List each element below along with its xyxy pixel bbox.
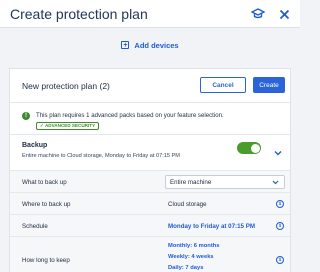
retention-weekly[interactable]: Weekly: 4 weeks <box>168 254 214 260</box>
dialog-header: Create protection plan <box>0 0 300 28</box>
alert-icon: ! <box>22 112 30 120</box>
info-icon[interactable]: i <box>276 200 284 208</box>
plus-square-icon: + <box>121 41 130 49</box>
retention-daily[interactable]: Daily: 7 days <box>168 265 203 271</box>
add-devices-label: Add devices <box>134 40 179 50</box>
where-value[interactable]: Cloud storage <box>168 201 207 208</box>
backup-module: Backup Entire machine to Cloud storage, … <box>10 135 290 171</box>
where-to-back-up-row[interactable]: Where to back up Cloud storage i <box>10 193 290 215</box>
retention-row[interactable]: How long to keep Monthly: 6 months Weekl… <box>10 237 290 272</box>
schedule-row[interactable]: Schedule Monday to Friday at 07:15 PM i <box>10 215 290 237</box>
backup-label: Backup <box>22 142 48 149</box>
retention-monthly[interactable]: Monthly: 6 months <box>168 243 220 249</box>
header-actions <box>250 6 292 22</box>
plan-header: New protection plan (2) Cancel Create <box>10 69 290 103</box>
graduation-cap-icon[interactable] <box>250 6 266 22</box>
info-icon[interactable]: i <box>276 222 284 230</box>
protection-plan-panel: New protection plan (2) Cancel Create ! … <box>9 68 291 272</box>
backup-description: Entire machine to Cloud storage, Monday … <box>22 153 180 159</box>
info-icon[interactable]: i <box>276 256 284 264</box>
backup-toggle[interactable] <box>237 142 261 154</box>
advanced-security-badge: ✓ ADVANCED SECURITY <box>36 122 100 130</box>
plan-title: New protection plan (2) <box>22 80 110 91</box>
create-button[interactable]: Create <box>253 77 285 93</box>
what-to-back-up-row: What to back up Entire machine <box>10 171 290 193</box>
advanced-pack-notice: ! This plan requires 1 advanced packs ba… <box>10 103 290 135</box>
schedule-label: Schedule <box>22 223 48 230</box>
chevron-down-icon[interactable] <box>274 144 282 156</box>
dialog-title: Create protection plan <box>10 5 148 22</box>
close-icon[interactable] <box>276 6 292 22</box>
chevron-down-icon <box>272 179 279 186</box>
what-label: What to back up <box>22 179 67 186</box>
schedule-value[interactable]: Monday to Friday at 07:15 PM <box>168 223 255 230</box>
add-devices-button[interactable]: + Add devices <box>0 28 300 62</box>
backup-settings: What to back up Entire machine Where to … <box>10 171 290 272</box>
what-to-back-up-select[interactable]: Entire machine <box>165 175 285 189</box>
toggle-knob <box>250 143 260 153</box>
notice-text: This plan requires 1 advanced packs base… <box>36 112 224 119</box>
where-label: Where to back up <box>22 201 71 208</box>
cancel-button[interactable]: Cancel <box>200 77 246 93</box>
retention-label: How long to keep <box>22 257 70 264</box>
select-value: Entire machine <box>170 178 212 186</box>
